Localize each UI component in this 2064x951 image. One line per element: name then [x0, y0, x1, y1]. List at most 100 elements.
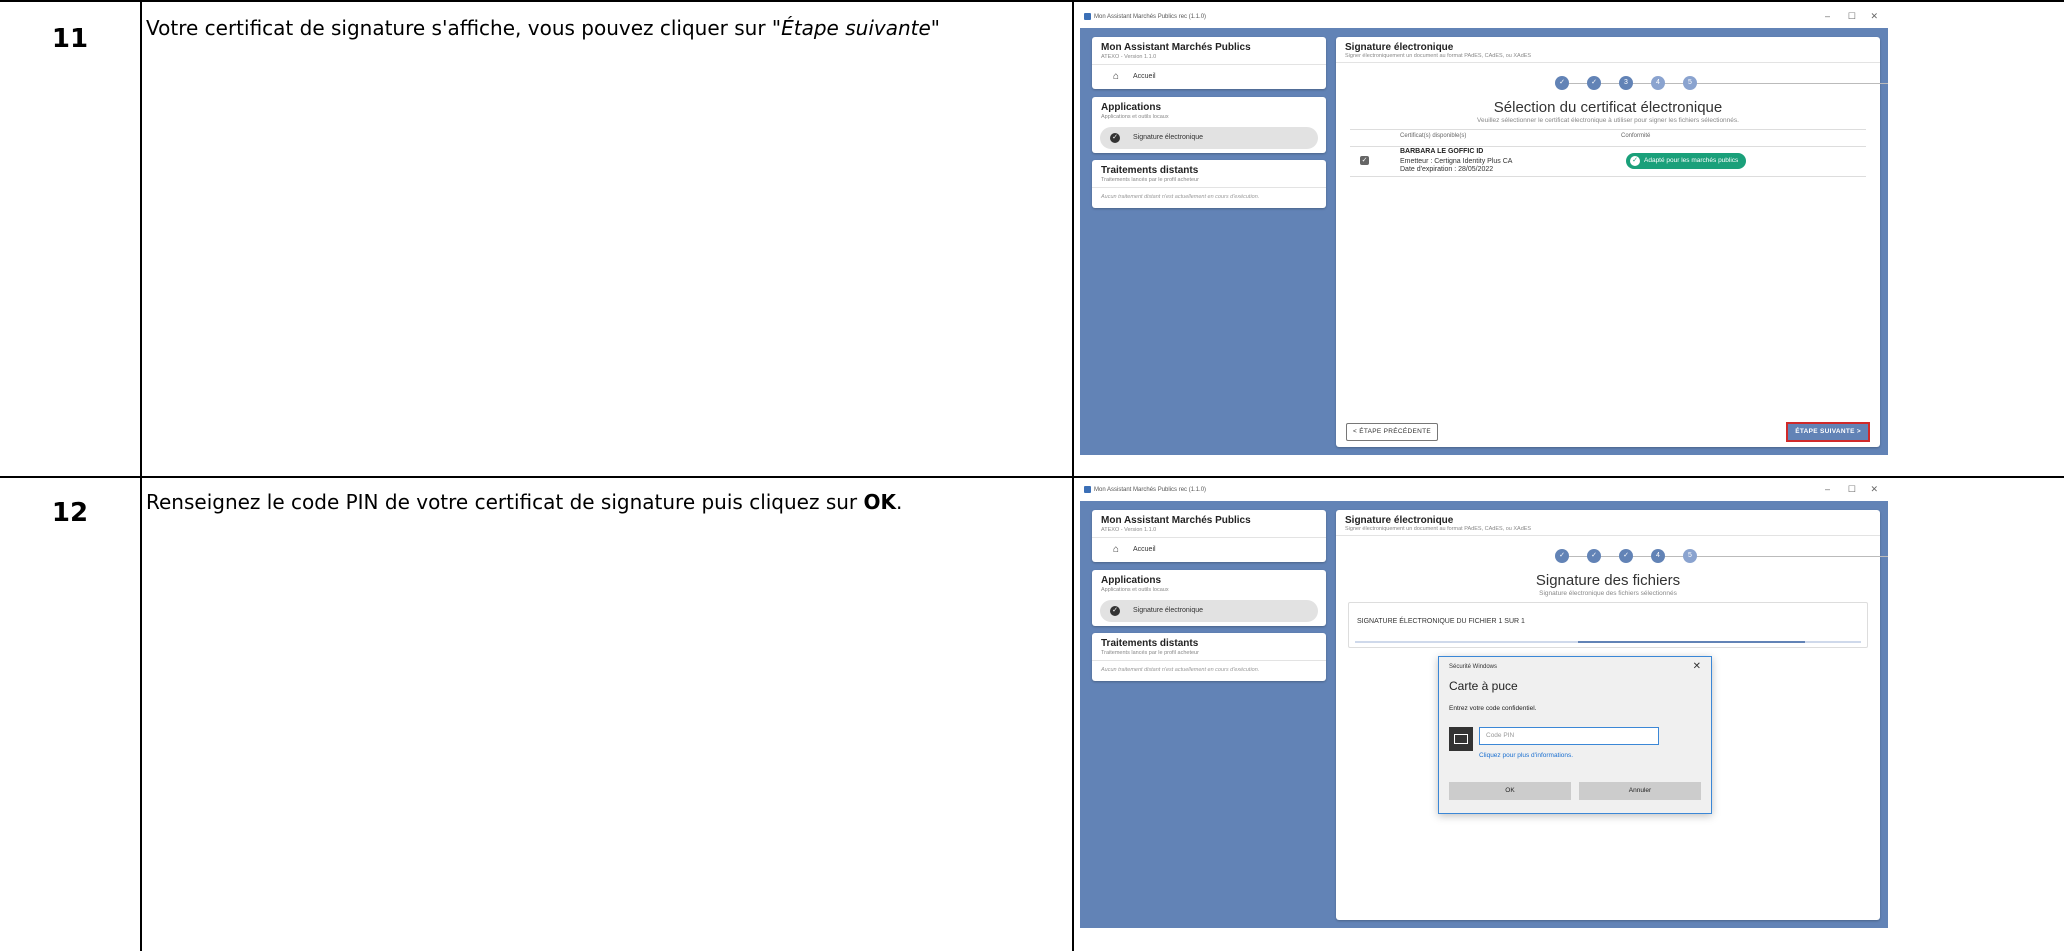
divider: [1092, 660, 1326, 661]
screen-heading: Signature des fichiers: [1535, 572, 1681, 589]
conformity-badge: ✓ Adapté pour les marchés publics: [1626, 153, 1747, 169]
app-window-screenshot: Mon Assistant Marchés Publics rec (1.1.0…: [1080, 481, 1888, 928]
cert-issuer: Emetteur : Certigna Identity Plus CA: [1400, 158, 1513, 165]
remote-subtitle: Traitements lancés par le profil acheteu…: [1101, 650, 1199, 656]
sidebar-item-signature[interactable]: ✓ Signature électronique: [1100, 127, 1318, 149]
windows-security-dialog: Sécurité Windows ✕ Carte à puce Entrez v…: [1438, 656, 1712, 814]
remote-title: Traitements distants: [1101, 165, 1199, 176]
remote-empty-text: Aucun traitement distant n'est actuellem…: [1101, 194, 1260, 200]
table-border-top: [0, 0, 2064, 2]
table-line: [1350, 146, 1866, 147]
stepper: ✓ ✓ ✓ 4 5: [1336, 549, 1888, 565]
cert-column-header: Certificat(s) disponible(s): [1400, 133, 1467, 139]
main-panel: Signature électronique Signer électroniq…: [1336, 37, 1888, 447]
maximize-icon[interactable]: ☐: [1848, 11, 1856, 22]
remote-empty-text: Aucun traitement distant n'est actuellem…: [1101, 667, 1260, 673]
sidebar-app-title: Mon Assistant Marchés Publics: [1101, 515, 1251, 526]
app-window-screenshot: Mon Assistant Marchés Publics rec (1.1.0…: [1080, 8, 1888, 455]
minimize-icon[interactable]: –: [1825, 484, 1830, 494]
progress-label: SIGNATURE ÉLECTRONIQUE DU FICHIER 1 SUR …: [1357, 618, 1525, 625]
table-col-separator: [1072, 0, 1074, 951]
step-current: 3: [1619, 76, 1633, 90]
table-row-separator: [0, 476, 2064, 478]
sidebar-version: ATEXO - Version 1.1.0: [1101, 54, 1157, 60]
applications-subtitle: Applications et outils locaux: [1101, 114, 1169, 120]
main-subtitle: Signer électroniquement un document au f…: [1345, 526, 1532, 532]
applications-title: Applications: [1101, 102, 1162, 113]
check-circle-icon: ✓: [1110, 133, 1120, 143]
sidebar-version: ATEXO - Version 1.1.0: [1101, 527, 1157, 533]
smart-card-icon: [1449, 727, 1473, 751]
window-titlebar: Mon Assistant Marchés Publics rec (1.1.0…: [1080, 481, 1888, 501]
step-done: ✓: [1555, 549, 1569, 563]
next-step-button[interactable]: ÉTAPE SUIVANTE >: [1786, 422, 1870, 442]
remote-subtitle: Traitements lancés par le profil acheteu…: [1101, 177, 1199, 183]
conformity-column-header: Conformité: [1621, 133, 1651, 139]
stepper: ✓ ✓ 3 4 5: [1336, 76, 1888, 92]
sidebar-item-signature[interactable]: ✓ Signature électronique: [1100, 600, 1318, 622]
pin-input[interactable]: Code PIN: [1479, 727, 1659, 745]
cert-name: BARBARA LE GOFFIC ID: [1400, 148, 1484, 155]
sidebar-item-accueil[interactable]: ⌂ Accueil: [1100, 66, 1318, 88]
sidebar-item-label: Accueil: [1133, 546, 1156, 553]
window-titlebar: Mon Assistant Marchés Publics rec (1.1.0…: [1080, 8, 1888, 28]
close-icon[interactable]: ✕: [1870, 484, 1878, 495]
applications-subtitle: Applications et outils locaux: [1101, 587, 1169, 593]
table-line: [1350, 129, 1866, 130]
sidebar-app-card: Mon Assistant Marchés Publics ATEXO - Ve…: [1092, 510, 1326, 562]
remote-title: Traitements distants: [1101, 638, 1199, 649]
table-line: [1350, 176, 1866, 177]
cert-expiry: Date d'expiration : 28/05/2022: [1400, 166, 1494, 173]
applications-title: Applications: [1101, 575, 1162, 586]
stepper-line: [1562, 556, 1888, 557]
ok-button[interactable]: OK: [1449, 782, 1571, 800]
sidebar-applications-card: Applications Applications et outils loca…: [1092, 570, 1326, 626]
step-done: ✓: [1619, 549, 1633, 563]
minimize-icon[interactable]: –: [1825, 11, 1830, 21]
step-number: 11: [51, 24, 89, 54]
more-info-link[interactable]: Cliquez pour plus d'informations.: [1479, 752, 1573, 759]
close-icon[interactable]: ✕: [1693, 661, 1701, 672]
divider: [1336, 535, 1880, 536]
divider: [1092, 537, 1326, 538]
stepper-line: [1562, 83, 1888, 84]
step-done: ✓: [1587, 76, 1601, 90]
main-panel: Signature électronique Signer électroniq…: [1336, 510, 1888, 920]
previous-step-button[interactable]: < ÉTAPE PRÉCÉDENTE: [1346, 423, 1439, 441]
sidebar-item-label: Accueil: [1133, 73, 1156, 80]
app-icon: [1084, 486, 1091, 493]
sidebar-item-label: Signature électronique: [1133, 134, 1204, 141]
dialog-title: Sécurité Windows: [1449, 664, 1498, 670]
sidebar-app-title: Mon Assistant Marchés Publics: [1101, 42, 1251, 53]
sidebar-item-accueil[interactable]: ⌂ Accueil: [1100, 539, 1318, 561]
table-col-separator: [140, 0, 142, 951]
step-pending: 5: [1683, 549, 1697, 563]
maximize-icon[interactable]: ☐: [1848, 484, 1856, 495]
screen-subheading: Signature électronique des fichiers séle…: [1539, 590, 1677, 597]
dialog-prompt: Entrez votre code confidentiel.: [1449, 705, 1537, 712]
step-pending: 5: [1683, 76, 1697, 90]
sidebar-app-card: Mon Assistant Marchés Publics ATEXO - Ve…: [1092, 37, 1326, 89]
home-icon: ⌂: [1112, 544, 1120, 555]
close-icon[interactable]: ✕: [1870, 11, 1878, 22]
window-title: Mon Assistant Marchés Publics rec (1.1.0…: [1094, 487, 1207, 493]
cert-checkbox[interactable]: ✓: [1360, 156, 1369, 165]
step-pending: 4: [1651, 76, 1665, 90]
step-instruction: Votre certificat de signature s'affiche,…: [146, 16, 940, 40]
main-subtitle: Signer électroniquement un document au f…: [1345, 53, 1532, 59]
divider: [1092, 187, 1326, 188]
screen-heading: Sélection du certificat électronique: [1493, 99, 1723, 116]
home-icon: ⌂: [1112, 71, 1120, 82]
step-number: 12: [51, 498, 89, 528]
divider: [1092, 64, 1326, 65]
sidebar-remote-card: Traitements distants Traitements lancés …: [1092, 160, 1326, 208]
step-current: 4: [1651, 549, 1665, 563]
main-title: Signature électronique: [1345, 42, 1454, 53]
dialog-heading: Carte à puce: [1449, 679, 1518, 693]
progress-fill: [1577, 641, 1806, 643]
main-title: Signature électronique: [1345, 515, 1454, 526]
window-title: Mon Assistant Marchés Publics rec (1.1.0…: [1094, 14, 1207, 20]
step-done: ✓: [1587, 549, 1601, 563]
cancel-button[interactable]: Annuler: [1579, 782, 1701, 800]
step-done: ✓: [1555, 76, 1569, 90]
